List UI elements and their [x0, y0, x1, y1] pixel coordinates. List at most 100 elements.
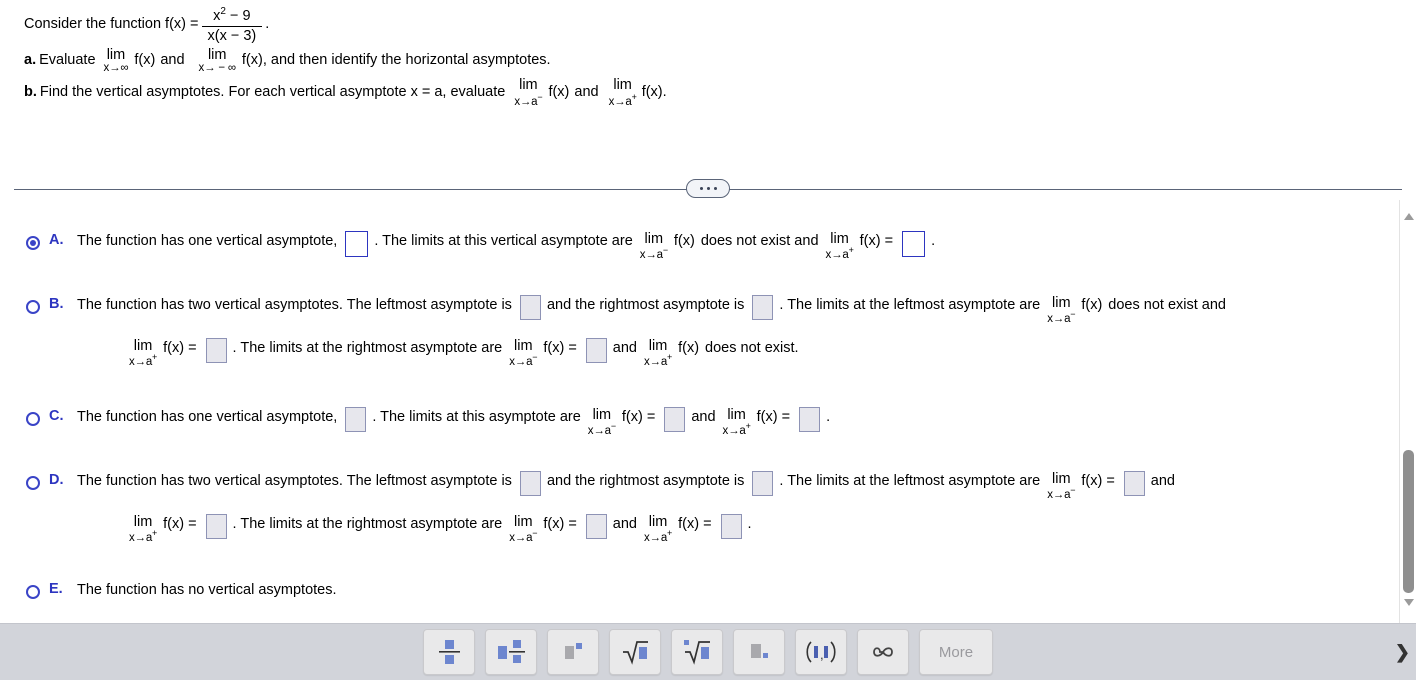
option-text-segment: . The limits at the rightmost asymptote … — [232, 340, 503, 357]
interval-notation-icon-button[interactable]: , — [795, 629, 847, 675]
answer-option-d[interactable]: D. The function has two vertical asymptot… — [0, 471, 1180, 545]
limit-operator-group: lim x→a+ — [826, 231, 854, 261]
radio-option-d[interactable] — [26, 476, 40, 490]
limit-operator-group: lim x→a− — [1047, 471, 1075, 502]
limit-x-to-infinity: lim x→∞ — [103, 47, 129, 75]
subscript-icon — [751, 644, 768, 658]
scroll-down-arrow-icon[interactable] — [1400, 594, 1416, 611]
part-a-text-3: , and then identify the horizontal asymp… — [262, 52, 551, 69]
limit-expression-text: f(x) = — [756, 409, 791, 425]
answer-input-box[interactable] — [902, 231, 926, 257]
limit-operator: lim — [648, 514, 668, 531]
option-text-segment: The function has one vertical asymptote, — [77, 233, 338, 249]
limit-subscript-base: x→a — [722, 425, 746, 438]
fraction-icon — [439, 640, 460, 664]
limit-subscript: x→a+ — [644, 353, 672, 369]
answer-input-box-disabled — [664, 407, 686, 432]
limit-expression: lim x→a− f(x) = — [507, 514, 577, 544]
option-text-segment: . The limits at the rightmost asymptote … — [232, 516, 503, 533]
limit-subscript: x→a+ — [722, 421, 751, 438]
option-text-row: The function has one vertical asymptote,… — [77, 407, 835, 438]
answer-input-box-disabled — [519, 295, 541, 320]
answer-option-b[interactable]: B. The function has two vertical asymptot… — [0, 295, 1231, 369]
limit-expression-text: f(x) = — [543, 516, 577, 533]
option-text-row: The function has one vertical asymptote,… — [77, 231, 940, 262]
exponent-icon — [565, 643, 582, 659]
answer-input-box-disabled — [585, 514, 607, 540]
option-letter: A. — [49, 232, 64, 248]
problem-part-a: a. Evaluate lim x→∞ f(x) and lim x→ − ∞ … — [24, 47, 1364, 75]
limit-expression-text: f(x) = — [859, 233, 894, 249]
limit-subscript: x→∞ — [103, 62, 129, 75]
limit-subscript-sign: + — [152, 352, 158, 363]
limit-subscript-sign: − — [1070, 309, 1076, 320]
option-text-row: The function has two vertical asymptotes… — [77, 471, 1180, 502]
option-text-segment: and — [1150, 473, 1175, 489]
option-text-segment: does not exist and — [700, 233, 819, 249]
subscript-icon-button[interactable] — [733, 629, 785, 675]
limit-expression: lim x→a+ f(x) = — [824, 231, 894, 261]
fraction-denominator: x(x − 3) — [207, 27, 257, 44]
limit-expression-text: f(x) — [673, 233, 695, 249]
radio-option-e[interactable] — [26, 585, 40, 599]
limit-subscript-base: x→a — [1047, 489, 1071, 502]
fraction-icon-button[interactable] — [423, 629, 475, 675]
limit-subscript-sign: − — [610, 421, 616, 432]
limit-subscript: x→a+ — [129, 352, 158, 369]
more-button[interactable]: More — [919, 629, 993, 675]
limit-operator: lim — [514, 338, 533, 355]
vertical-scrollbar[interactable] — [1399, 200, 1416, 623]
expand-toolbar-chevron-icon[interactable]: ❯ — [1395, 643, 1410, 661]
scrollbar-thumb[interactable] — [1403, 450, 1414, 593]
limit-subscript-base: x→a — [644, 356, 668, 369]
option-text-segment: . — [931, 233, 936, 249]
option-text-row: The function has no vertical asymptotes. — [77, 581, 342, 601]
answer-option-a[interactable]: A. The function has one vertical asymptot… — [0, 231, 940, 262]
limit-operator-group: lim x→a+ — [129, 338, 158, 369]
radio-option-c[interactable] — [26, 412, 40, 426]
limit-expression-text: f(x) — [678, 340, 700, 357]
limit-operator: lim — [592, 407, 612, 423]
nth-root-icon-button[interactable] — [671, 629, 723, 675]
radio-option-a[interactable] — [26, 236, 40, 250]
limit-operator-group: lim x→a+ — [722, 407, 751, 438]
exercise-page: Consider the function f(x) = x2 − 9 x(x … — [0, 0, 1416, 680]
limit-subscript-base: x→a — [129, 532, 153, 545]
problem-part-b: b. Find the vertical asymptotes. For eac… — [24, 77, 1364, 108]
answer-input-box-disabled — [519, 471, 541, 496]
limit-expression: lim x→a− f(x) — [638, 231, 695, 262]
problem-statement: Consider the function f(x) = x2 − 9 x(x … — [24, 6, 1364, 108]
option-text-segment: . — [826, 409, 831, 425]
infinity-icon-button[interactable] — [857, 629, 909, 675]
limit-expression: lim x→a− f(x) — [1045, 295, 1102, 325]
answer-option-e[interactable]: E. The function has no vertical asymptote… — [0, 581, 342, 601]
answer-option-c[interactable]: C. The function has one vertical asymptot… — [0, 407, 835, 438]
radio-option-b[interactable] — [26, 300, 40, 314]
mixed-number-icon-button[interactable] — [485, 629, 537, 675]
function-fraction: x2 − 9 x(x − 3) — [201, 6, 263, 44]
option-text-segment: and — [612, 340, 637, 357]
interval-notation-icon: , — [806, 641, 836, 663]
part-b-text-2: and — [574, 84, 599, 101]
option-text-segment: and — [612, 516, 637, 533]
scroll-up-arrow-icon[interactable] — [1400, 208, 1416, 225]
option-text-segment: . — [747, 516, 752, 533]
limit-expression: lim x→a+ f(x) = — [721, 407, 791, 438]
option-text-segment: and — [691, 409, 716, 425]
part-b-label: b. — [24, 84, 37, 101]
limit-operator: lim — [1052, 295, 1071, 311]
answer-input-box[interactable] — [345, 231, 369, 257]
expand-ellipsis-button[interactable] — [686, 179, 730, 198]
limit-expression-text: f(x) = — [163, 516, 197, 533]
option-body: The function has one vertical asymptote,… — [77, 407, 835, 438]
exponent-icon-button[interactable] — [547, 629, 599, 675]
limit-subscript: x→a+ — [608, 91, 637, 108]
option-text-segment: and the rightmost asymptote is — [546, 473, 745, 489]
limit-operator: lim — [133, 338, 153, 355]
part-a-text-2: and — [160, 52, 185, 69]
limit-subscript-base: x→a — [639, 249, 663, 262]
limit-expression-text: f(x) = — [543, 340, 577, 357]
option-text-segment: The function has no vertical asymptotes. — [77, 582, 337, 598]
square-root-icon-button[interactable] — [609, 629, 661, 675]
limit-operator: lim — [519, 77, 538, 94]
